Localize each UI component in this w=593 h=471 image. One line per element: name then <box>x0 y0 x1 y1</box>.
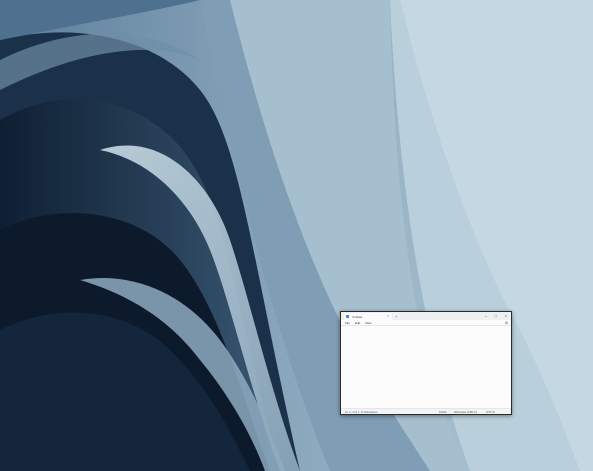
title-bar[interactable]: Untitled × + – □ × <box>341 312 511 320</box>
line-ending: Windows (CRLF) <box>454 410 477 414</box>
maximize-icon[interactable]: □ <box>495 313 497 318</box>
menu-view[interactable]: View <box>365 321 371 325</box>
menu-edit[interactable]: Edit <box>355 321 360 325</box>
minimize-icon[interactable]: – <box>485 313 487 318</box>
cursor-position: Ln 1, Col 1 <box>345 410 360 414</box>
menu-file[interactable]: File <box>345 321 350 325</box>
text-editor-area[interactable] <box>341 326 511 408</box>
close-tab-icon[interactable]: × <box>387 314 389 318</box>
zoom-level: 100% <box>439 410 447 414</box>
tab-untitled[interactable]: Untitled × <box>344 313 392 320</box>
new-tab-button[interactable]: + <box>395 314 397 319</box>
notepad-icon <box>346 315 349 318</box>
encoding: UTF-8 <box>486 410 495 414</box>
character-count: 0 characters <box>361 410 378 414</box>
tab-title: Untitled <box>352 314 363 319</box>
status-bar: Ln 1, Col 1 0 characters 100% Windows (C… <box>341 408 511 414</box>
settings-gear-icon[interactable]: ⚙ <box>505 321 508 325</box>
notepad-window[interactable]: Untitled × + – □ × File Edit View ⚙ Ln 1… <box>340 311 512 415</box>
close-window-icon[interactable]: × <box>505 313 507 318</box>
